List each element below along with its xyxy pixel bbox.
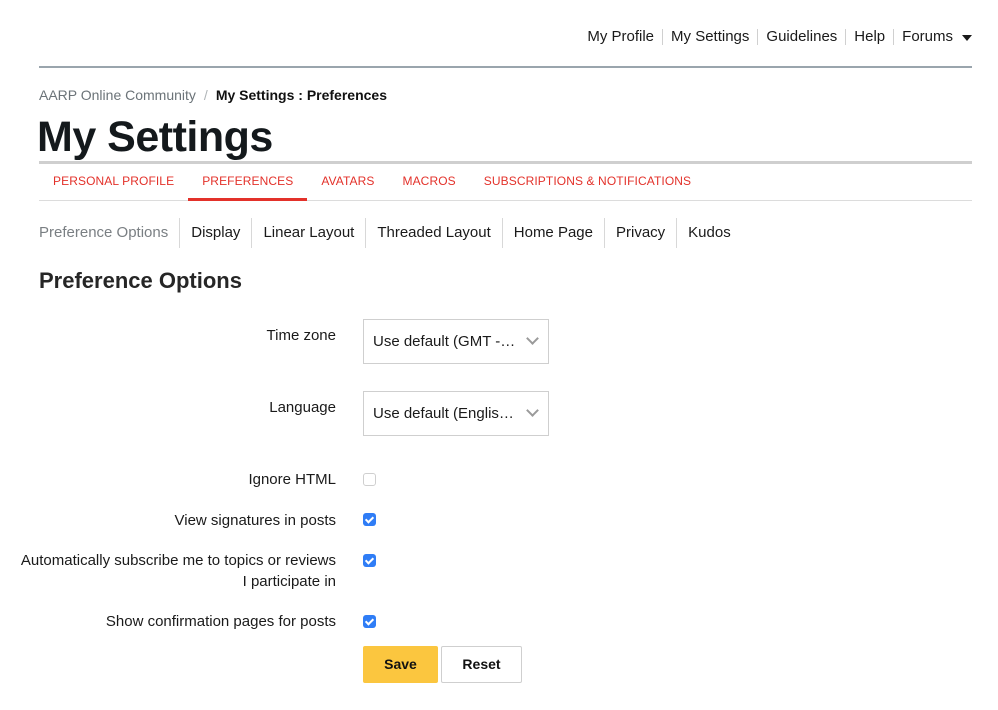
chevron-down-icon bbox=[526, 404, 539, 417]
preference-subtabs: Preference Options Display Linear Layout… bbox=[39, 218, 742, 248]
nav-forums-dropdown[interactable]: Forums bbox=[894, 28, 972, 46]
nav-help[interactable]: Help bbox=[846, 28, 893, 46]
auto-subscribe-label-line2: I participate in bbox=[242, 573, 336, 590]
chevron-down-icon bbox=[526, 332, 539, 345]
section-title: Preference Options bbox=[39, 268, 242, 293]
confirmation-pages-checkbox[interactable] bbox=[363, 615, 376, 628]
tab-personal-profile[interactable]: PERSONAL PROFILE bbox=[39, 164, 188, 201]
tab-macros[interactable]: MACROS bbox=[388, 164, 469, 201]
nav-my-profile[interactable]: My Profile bbox=[579, 28, 662, 46]
top-nav: My Profile My Settings Guidelines Help F… bbox=[579, 28, 972, 46]
header-divider bbox=[39, 66, 972, 68]
ignore-html-checkbox[interactable] bbox=[363, 473, 376, 486]
caret-down-icon bbox=[962, 34, 972, 41]
time-zone-value: Use default (GMT -05:... bbox=[373, 333, 520, 350]
subtab-home-page[interactable]: Home Page bbox=[501, 218, 604, 248]
page-title: My Settings bbox=[37, 113, 273, 161]
subtab-privacy[interactable]: Privacy bbox=[603, 218, 676, 248]
save-button[interactable]: Save bbox=[363, 646, 438, 683]
language-label: Language bbox=[269, 399, 336, 416]
confirmation-pages-label: Show confirmation pages for posts bbox=[105, 613, 336, 630]
subtab-display[interactable]: Display bbox=[179, 218, 251, 248]
breadcrumb-community-link[interactable]: AARP Online Community bbox=[39, 87, 196, 103]
language-select[interactable]: Use default (English (U... bbox=[363, 391, 549, 436]
tab-preferences[interactable]: PREFERENCES bbox=[188, 164, 308, 201]
subtab-threaded-layout[interactable]: Threaded Layout bbox=[365, 218, 501, 248]
auto-subscribe-label-line1: Automatically subscribe me to topics or … bbox=[20, 552, 336, 569]
breadcrumb-separator: / bbox=[203, 87, 208, 103]
view-signatures-checkbox[interactable] bbox=[363, 513, 376, 526]
auto-subscribe-checkbox[interactable] bbox=[363, 554, 376, 567]
subtab-kudos[interactable]: Kudos bbox=[676, 218, 742, 248]
time-zone-select[interactable]: Use default (GMT -05:... bbox=[363, 319, 549, 364]
view-signatures-label: View signatures in posts bbox=[174, 512, 336, 529]
breadcrumb-current: My Settings : Preferences bbox=[215, 87, 387, 103]
breadcrumb: AARP Online Community / My Settings : Pr… bbox=[39, 87, 387, 103]
subtab-preference-options[interactable]: Preference Options bbox=[39, 218, 179, 248]
nav-guidelines[interactable]: Guidelines bbox=[758, 28, 845, 46]
nav-my-settings[interactable]: My Settings bbox=[663, 28, 757, 46]
reset-button[interactable]: Reset bbox=[441, 646, 522, 683]
time-zone-label: Time zone bbox=[266, 327, 336, 344]
tab-avatars[interactable]: AVATARS bbox=[307, 164, 388, 201]
subtab-linear-layout[interactable]: Linear Layout bbox=[251, 218, 365, 248]
settings-tabs: PERSONAL PROFILE PREFERENCES AVATARS MAC… bbox=[39, 164, 972, 201]
nav-forums-label: Forums bbox=[902, 28, 953, 45]
language-value: Use default (English (U... bbox=[373, 405, 520, 422]
ignore-html-label: Ignore HTML bbox=[248, 471, 336, 488]
tab-subscriptions-notifications[interactable]: SUBSCRIPTIONS & NOTIFICATIONS bbox=[470, 164, 705, 201]
